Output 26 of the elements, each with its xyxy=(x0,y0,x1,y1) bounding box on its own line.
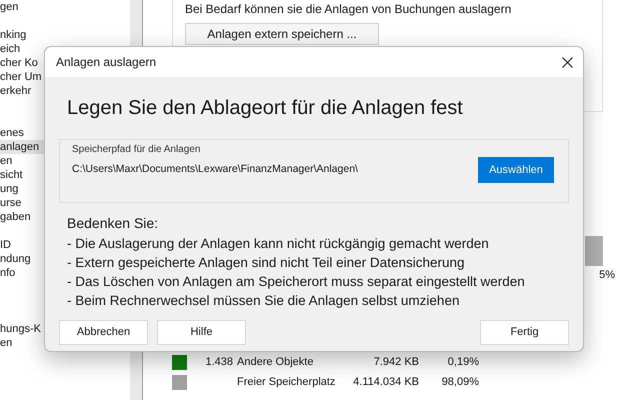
dialog-button[interactable]: Hilfe xyxy=(157,320,246,345)
legend-count: 1.438 xyxy=(204,355,233,370)
dialog-button[interactable]: Fertig xyxy=(480,320,569,345)
notes-heading: Bedenken Sie: xyxy=(67,214,160,233)
description-text: Bei Bedarf können sie die Anlagen von Buchungen auslagern xyxy=(185,1,512,18)
path-text: C:\Users\Maxr\Documents\Lexware\FinanzManager\Anlagen\ xyxy=(72,162,358,177)
legend-size: 4.114.034 KB xyxy=(352,375,419,390)
legend-size: 7.942 KB xyxy=(372,355,419,370)
export-button[interactable]: Anlagen extern speichern ... xyxy=(185,23,379,45)
choose-button[interactable]: Auswählen xyxy=(478,157,554,183)
legend-share: 98,09% xyxy=(440,375,479,390)
note-line: - Beim Rechnerwechsel müssen Sie die Anlagen selbst umziehen xyxy=(67,292,460,310)
legend-label: Andere Objekte xyxy=(237,355,314,370)
dialog-heading: Legen Sie den Ablageort für die Anlagen fest xyxy=(67,96,464,121)
sidebar-item[interactable]: nking xyxy=(0,28,130,42)
dialog-title: Anlagen auslagern xyxy=(56,54,156,71)
sidebar-item[interactable]: gen xyxy=(0,0,130,14)
usage-percent: 5% xyxy=(599,268,615,283)
close-icon[interactable] xyxy=(562,56,573,68)
legend-share: 0,19% xyxy=(446,355,479,370)
dialog-button[interactable]: Abbrechen xyxy=(59,320,148,345)
note-line: - Extern gespeicherte Anlagen sind nicht Teil einer Datensicherung xyxy=(67,254,466,272)
note-line: - Die Auslagerung der Anlagen kann nicht rückgängig gemacht werden xyxy=(67,235,490,253)
legend-label: Freier Speicherplatz xyxy=(237,375,336,390)
group-label: Speicherpfad für die Anlagen xyxy=(72,143,202,157)
note-line: - Das Löschen von Anlagen am Speicherort muss separat eingestellt werden xyxy=(67,273,526,291)
